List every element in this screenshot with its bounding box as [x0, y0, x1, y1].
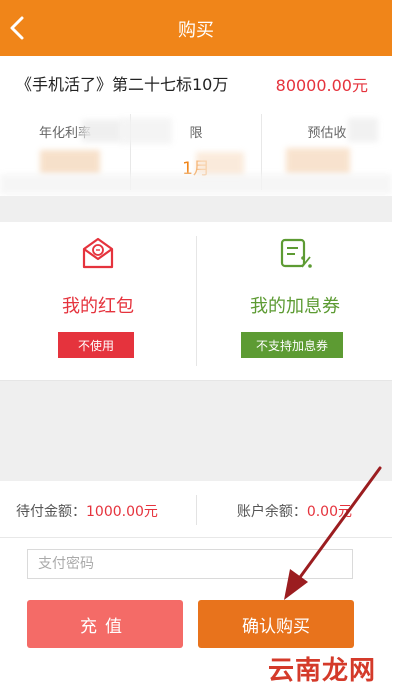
coupon-button[interactable]: 不支持加息券: [241, 332, 343, 358]
envelope-icon: [82, 237, 114, 269]
product-stats: 年化利率 限 1月 预估收: [0, 108, 392, 196]
coupon-card[interactable]: 我的加息券 不支持加息券: [197, 222, 393, 380]
payment-password-input[interactable]: [27, 549, 353, 579]
amount-due-value: 1000.00元: [86, 504, 158, 520]
account-balance-value: 0.00元: [306, 504, 352, 520]
edge-strip: [392, 0, 405, 695]
amount-due: 待付金额：1000.00元: [16, 501, 158, 521]
mosaic-block: [40, 150, 100, 174]
empty-area: [0, 381, 392, 481]
watermark-logo: 云南龙网: [268, 656, 377, 686]
top-bar: 购买: [0, 0, 392, 56]
summary-separator: [0, 537, 392, 538]
mosaic-block: [120, 118, 172, 144]
red-packet-card[interactable]: 我的红包 不使用: [0, 222, 196, 380]
account-balance-label: 账户余额：: [236, 504, 307, 520]
confirm-purchase-button[interactable]: 确认购买: [198, 600, 354, 648]
bonus-cards: 我的红包 不使用 我的加息券 不支持加息券: [0, 222, 392, 381]
recharge-button[interactable]: 充值: [27, 600, 183, 648]
coupon-title: 我的加息券: [250, 296, 340, 317]
coupon-percent-icon: [280, 238, 312, 268]
account-balance: 账户余额：0.00元: [237, 501, 352, 521]
page-title: 购买: [178, 20, 214, 41]
red-packet-button[interactable]: 不使用: [58, 332, 134, 358]
section-gap: [0, 196, 392, 222]
red-packet-title: 我的红包: [62, 296, 134, 317]
mosaic-block: [82, 120, 122, 142]
payment-summary: 待付金额：1000.00元 账户余额：0.00元: [0, 481, 392, 537]
mosaic-block: [0, 174, 392, 194]
product-amount: 80000.00元: [275, 76, 368, 95]
summary-divider: [196, 495, 197, 525]
mosaic-block: [286, 148, 350, 174]
mosaic-block: [348, 118, 378, 142]
amount-due-label: 待付金额：: [16, 504, 86, 520]
product-name: 《手机活了》第二十七标10万: [16, 75, 229, 94]
product-row: 《手机活了》第二十七标10万 80000.00元: [0, 56, 392, 109]
mosaic-block: [196, 152, 244, 176]
purchase-screen: 购买 《手机活了》第二十七标10万 80000.00元 年化利率 限 1月 预估…: [0, 0, 405, 695]
